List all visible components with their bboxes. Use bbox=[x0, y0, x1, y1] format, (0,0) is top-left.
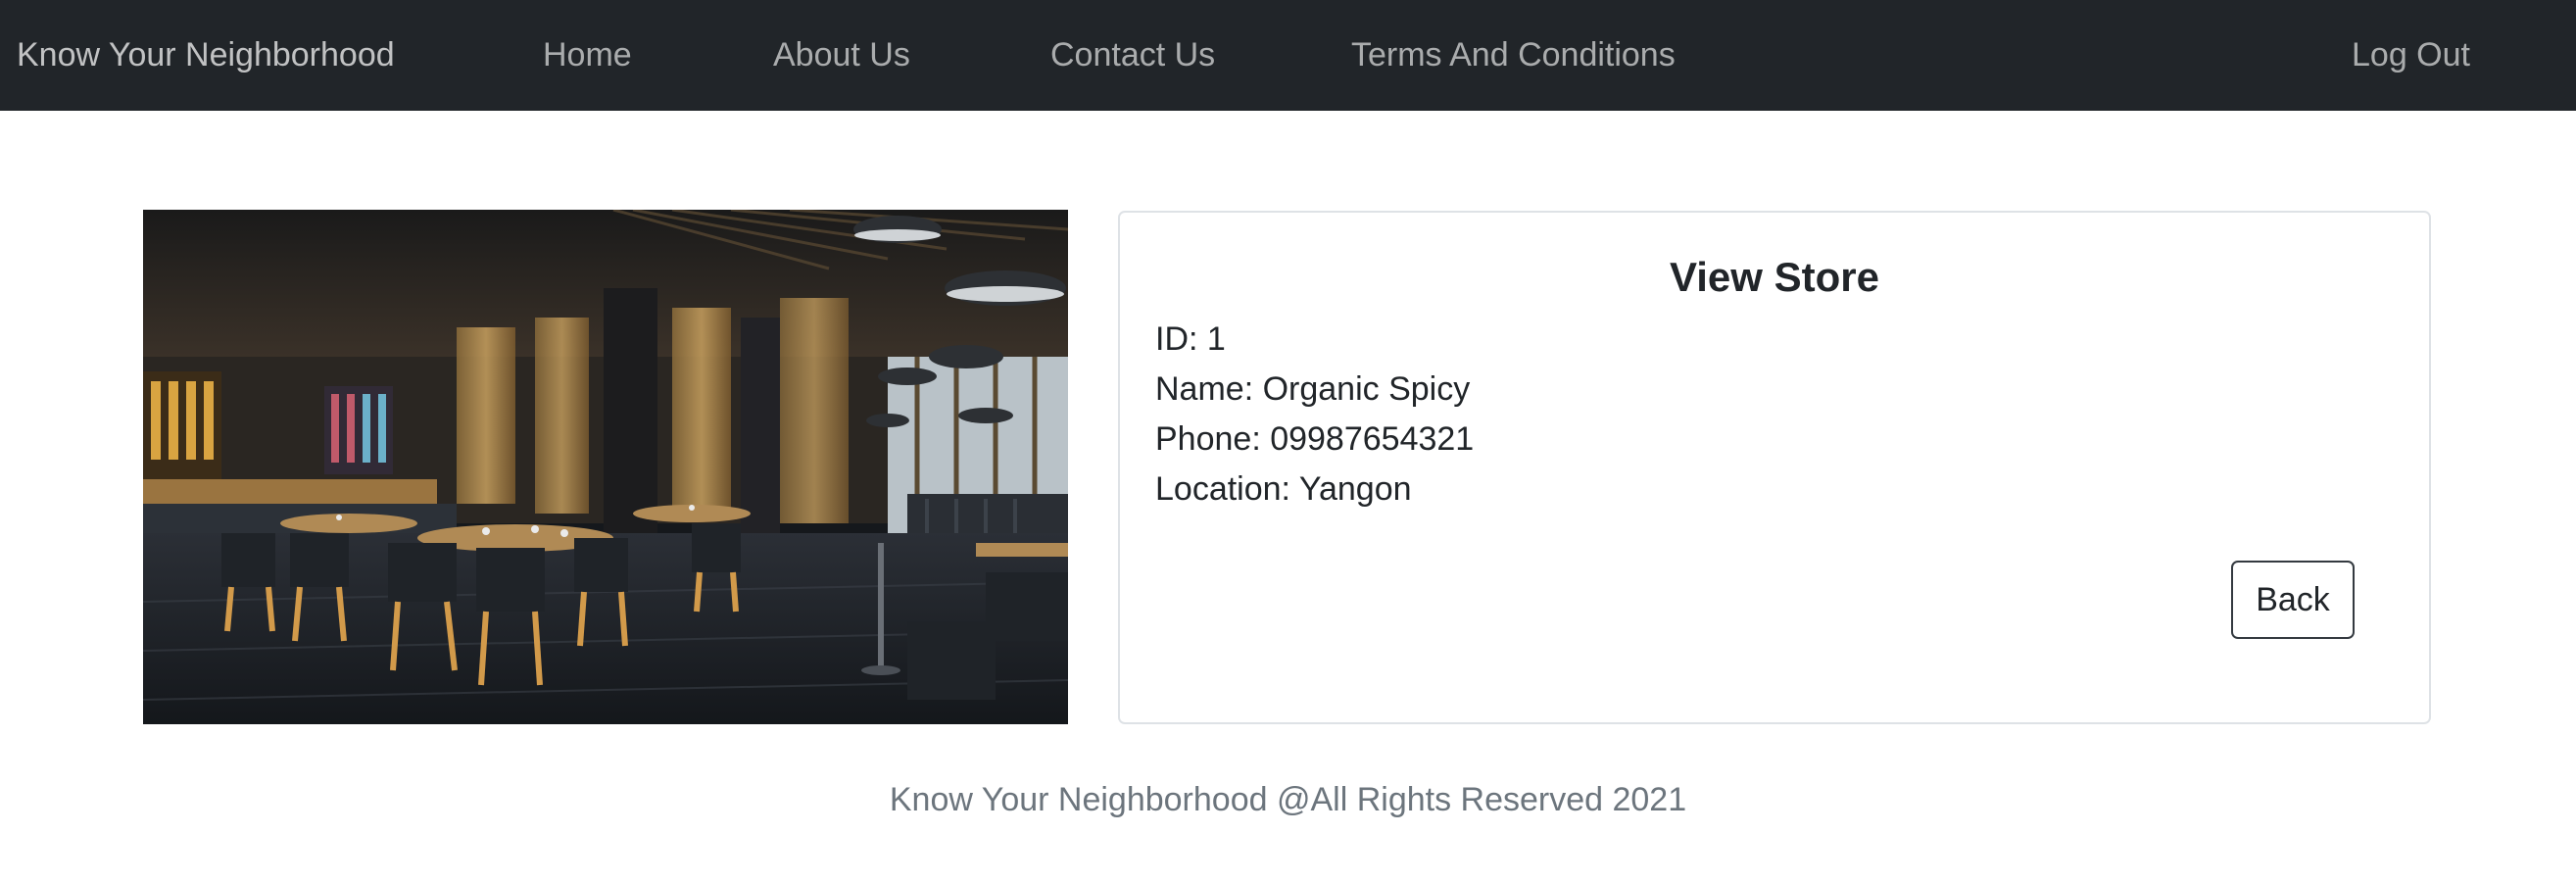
restaurant-interior-illustration bbox=[143, 210, 1068, 724]
footer-text: Know Your Neighborhood @All Rights Reser… bbox=[889, 781, 1687, 818]
store-id: ID: 1 bbox=[1155, 320, 1226, 358]
nav-item-log-out[interactable]: Log Out bbox=[2352, 0, 2470, 111]
back-button[interactable]: Back bbox=[2231, 561, 2355, 639]
card-title: View Store bbox=[1670, 254, 1879, 300]
nav-item-terms-and-conditions[interactable]: Terms And Conditions bbox=[1351, 0, 1676, 111]
navbar-brand[interactable]: Know Your Neighborhood bbox=[17, 0, 395, 111]
top-navbar: Know Your Neighborhood Home About Us Con… bbox=[0, 0, 2576, 111]
view-store-card: View Store ID: 1 Name: Organic Spicy Pho… bbox=[1118, 211, 2431, 724]
nav-item-about-us[interactable]: About Us bbox=[773, 0, 910, 111]
nav-item-home[interactable]: Home bbox=[543, 0, 632, 111]
store-name: Name: Organic Spicy bbox=[1155, 370, 1471, 408]
store-image bbox=[143, 210, 1068, 724]
store-phone: Phone: 09987654321 bbox=[1155, 420, 1475, 458]
store-location: Location: Yangon bbox=[1155, 470, 1412, 508]
nav-item-contact-us[interactable]: Contact Us bbox=[1050, 0, 1215, 111]
